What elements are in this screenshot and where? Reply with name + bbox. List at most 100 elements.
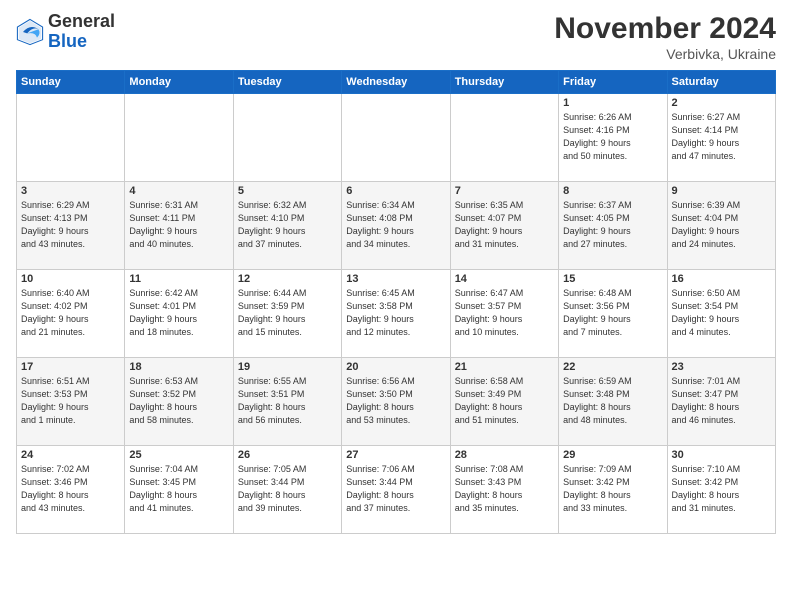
day-info: Sunrise: 7:04 AM Sunset: 3:45 PM Dayligh… <box>129 463 228 515</box>
day-number: 28 <box>455 449 554 461</box>
calendar-cell: 24Sunrise: 7:02 AM Sunset: 3:46 PM Dayli… <box>17 446 125 534</box>
calendar-cell: 17Sunrise: 6:51 AM Sunset: 3:53 PM Dayli… <box>17 358 125 446</box>
day-info: Sunrise: 6:58 AM Sunset: 3:49 PM Dayligh… <box>455 375 554 427</box>
calendar-cell: 22Sunrise: 6:59 AM Sunset: 3:48 PM Dayli… <box>559 358 667 446</box>
calendar-header: SundayMondayTuesdayWednesdayThursdayFrid… <box>17 71 776 94</box>
day-number: 3 <box>21 185 120 197</box>
day-number: 18 <box>129 361 228 373</box>
day-info: Sunrise: 6:45 AM Sunset: 3:58 PM Dayligh… <box>346 287 445 339</box>
day-number: 7 <box>455 185 554 197</box>
day-info: Sunrise: 6:27 AM Sunset: 4:14 PM Dayligh… <box>672 111 771 163</box>
day-info: Sunrise: 7:08 AM Sunset: 3:43 PM Dayligh… <box>455 463 554 515</box>
title-area: November 2024 Verbivka, Ukraine <box>554 12 776 62</box>
day-number: 26 <box>238 449 337 461</box>
day-number: 12 <box>238 273 337 285</box>
day-number: 27 <box>346 449 445 461</box>
calendar-cell: 8Sunrise: 6:37 AM Sunset: 4:05 PM Daylig… <box>559 182 667 270</box>
calendar-cell: 28 Sunrise: 7:08 AM Sunset: 3:43 PM Dayli… <box>450 446 558 534</box>
day-info: Sunrise: 7:10 AM Sunset: 3:42 PM Dayligh… <box>672 463 771 515</box>
month-title: November 2024 <box>554 12 776 46</box>
calendar-cell: 13 Sunrise: 6:45 AM Sunset: 3:58 PM Dayli… <box>342 270 450 358</box>
day-number: 11 <box>129 273 228 285</box>
logo-text: General Blue <box>48 12 115 52</box>
day-info: Sunrise: 6:40 AM Sunset: 4:02 PM Dayligh… <box>21 287 120 339</box>
calendar-cell: 29Sunrise: 7:09 AM Sunset: 3:42 PM Dayli… <box>559 446 667 534</box>
day-number: 14 <box>455 273 554 285</box>
day-number: 19 <box>238 361 337 373</box>
calendar-cell: 30 Sunrise: 7:10 AM Sunset: 3:42 PM Dayli… <box>667 446 775 534</box>
day-number: 6 <box>346 185 445 197</box>
day-number: 13 <box>346 273 445 285</box>
calendar-cell: 14Sunrise: 6:47 AM Sunset: 3:57 PM Dayli… <box>450 270 558 358</box>
day-info: Sunrise: 6:44 AM Sunset: 3:59 PM Dayligh… <box>238 287 337 339</box>
weekday-friday: Friday <box>559 71 667 94</box>
calendar: SundayMondayTuesdayWednesdayThursdayFrid… <box>16 70 776 534</box>
calendar-cell: 25 Sunrise: 7:04 AM Sunset: 3:45 PM Dayli… <box>125 446 233 534</box>
day-number: 2 <box>672 97 771 109</box>
calendar-cell: 27 Sunrise: 7:06 AM Sunset: 3:44 PM Dayli… <box>342 446 450 534</box>
day-info: Sunrise: 6:53 AM Sunset: 3:52 PM Dayligh… <box>129 375 228 427</box>
logo-general: General <box>48 11 115 31</box>
weekday-monday: Monday <box>125 71 233 94</box>
day-number: 5 <box>238 185 337 197</box>
weekday-wednesday: Wednesday <box>342 71 450 94</box>
day-number: 1 <box>563 97 662 109</box>
calendar-cell: 10Sunrise: 6:40 AM Sunset: 4:02 PM Dayli… <box>17 270 125 358</box>
day-info: Sunrise: 6:31 AM Sunset: 4:11 PM Dayligh… <box>129 199 228 251</box>
calendar-cell: 20 Sunrise: 6:56 AM Sunset: 3:50 PM Dayli… <box>342 358 450 446</box>
weekday-saturday: Saturday <box>667 71 775 94</box>
calendar-cell: 19Sunrise: 6:55 AM Sunset: 3:51 PM Dayli… <box>233 358 341 446</box>
day-number: 30 <box>672 449 771 461</box>
calendar-week-row: 24Sunrise: 7:02 AM Sunset: 3:46 PM Dayli… <box>17 446 776 534</box>
calendar-cell: 4 Sunrise: 6:31 AM Sunset: 4:11 PM Daylig… <box>125 182 233 270</box>
day-info: Sunrise: 6:35 AM Sunset: 4:07 PM Dayligh… <box>455 199 554 251</box>
calendar-cell: 23Sunrise: 7:01 AM Sunset: 3:47 PM Dayli… <box>667 358 775 446</box>
logo-blue: Blue <box>48 31 87 51</box>
day-number: 24 <box>21 449 120 461</box>
weekday-row: SundayMondayTuesdayWednesdayThursdayFrid… <box>17 71 776 94</box>
day-number: 20 <box>346 361 445 373</box>
calendar-cell <box>233 94 341 182</box>
calendar-cell: 26 Sunrise: 7:05 AM Sunset: 3:44 PM Dayli… <box>233 446 341 534</box>
day-info: Sunrise: 6:29 AM Sunset: 4:13 PM Dayligh… <box>21 199 120 251</box>
calendar-cell <box>17 94 125 182</box>
calendar-cell: 6 Sunrise: 6:34 AM Sunset: 4:08 PM Daylig… <box>342 182 450 270</box>
calendar-cell: 9 Sunrise: 6:39 AM Sunset: 4:04 PM Daylig… <box>667 182 775 270</box>
logo: General Blue <box>16 12 115 52</box>
day-number: 9 <box>672 185 771 197</box>
calendar-week-row: 17Sunrise: 6:51 AM Sunset: 3:53 PM Dayli… <box>17 358 776 446</box>
day-info: Sunrise: 7:01 AM Sunset: 3:47 PM Dayligh… <box>672 375 771 427</box>
calendar-cell: 18 Sunrise: 6:53 AM Sunset: 3:52 PM Dayli… <box>125 358 233 446</box>
day-number: 16 <box>672 273 771 285</box>
calendar-cell: 11 Sunrise: 6:42 AM Sunset: 4:01 PM Dayli… <box>125 270 233 358</box>
calendar-cell: 21 Sunrise: 6:58 AM Sunset: 3:49 PM Dayli… <box>450 358 558 446</box>
weekday-thursday: Thursday <box>450 71 558 94</box>
day-info: Sunrise: 6:39 AM Sunset: 4:04 PM Dayligh… <box>672 199 771 251</box>
day-info: Sunrise: 6:37 AM Sunset: 4:05 PM Dayligh… <box>563 199 662 251</box>
day-number: 4 <box>129 185 228 197</box>
calendar-cell: 12 Sunrise: 6:44 AM Sunset: 3:59 PM Dayli… <box>233 270 341 358</box>
day-info: Sunrise: 6:50 AM Sunset: 3:54 PM Dayligh… <box>672 287 771 339</box>
weekday-sunday: Sunday <box>17 71 125 94</box>
day-info: Sunrise: 6:51 AM Sunset: 3:53 PM Dayligh… <box>21 375 120 427</box>
calendar-cell: 2 Sunrise: 6:27 AM Sunset: 4:14 PM Daylig… <box>667 94 775 182</box>
subtitle: Verbivka, Ukraine <box>554 46 776 62</box>
day-number: 15 <box>563 273 662 285</box>
day-number: 29 <box>563 449 662 461</box>
calendar-cell: 3 Sunrise: 6:29 AM Sunset: 4:13 PM Daylig… <box>17 182 125 270</box>
calendar-cell: 7 Sunrise: 6:35 AM Sunset: 4:07 PM Daylig… <box>450 182 558 270</box>
day-info: Sunrise: 6:34 AM Sunset: 4:08 PM Dayligh… <box>346 199 445 251</box>
day-info: Sunrise: 6:42 AM Sunset: 4:01 PM Dayligh… <box>129 287 228 339</box>
weekday-tuesday: Tuesday <box>233 71 341 94</box>
day-number: 21 <box>455 361 554 373</box>
calendar-cell <box>125 94 233 182</box>
day-info: Sunrise: 7:05 AM Sunset: 3:44 PM Dayligh… <box>238 463 337 515</box>
day-info: Sunrise: 7:06 AM Sunset: 3:44 PM Dayligh… <box>346 463 445 515</box>
calendar-body: 1Sunrise: 6:26 AM Sunset: 4:16 PM Daylig… <box>17 94 776 534</box>
day-number: 25 <box>129 449 228 461</box>
calendar-cell <box>450 94 558 182</box>
day-info: Sunrise: 6:56 AM Sunset: 3:50 PM Dayligh… <box>346 375 445 427</box>
calendar-week-row: 10Sunrise: 6:40 AM Sunset: 4:02 PM Dayli… <box>17 270 776 358</box>
page: General Blue November 2024 Verbivka, Ukr… <box>0 0 792 612</box>
day-info: Sunrise: 6:32 AM Sunset: 4:10 PM Dayligh… <box>238 199 337 251</box>
